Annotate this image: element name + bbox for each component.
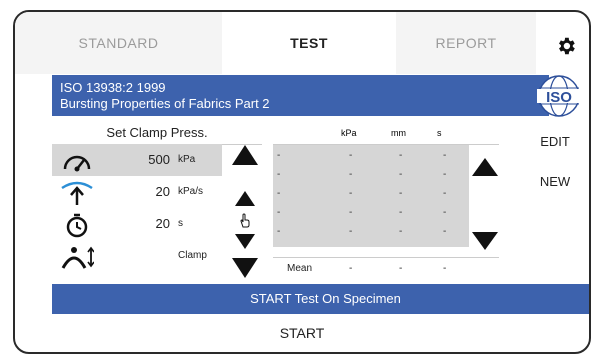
column-header: mm (391, 128, 406, 138)
table-cell: - (399, 169, 403, 180)
device-screen: STANDARD TEST REPORT ISO 13938:2 1999 Bu… (13, 10, 591, 354)
rate-unit: kPa/s (178, 186, 204, 197)
table-cell: - (443, 207, 447, 218)
tab-report[interactable]: REPORT (396, 12, 536, 74)
standard-banner: ISO 13938:2 1999 Bursting Properties of … (52, 75, 549, 116)
timer-icon (66, 213, 88, 238)
clamp-unit: Clamp (178, 250, 207, 261)
status-bar: START Test On Specimen (52, 284, 589, 314)
param-scroll-up-icon[interactable] (232, 145, 258, 165)
clamp-icon (61, 246, 94, 269)
iso-logo-text: ISO (546, 89, 572, 106)
table-row: - - - - (273, 204, 469, 221)
value-increase-icon[interactable] (235, 191, 255, 206)
gauge-icon (63, 155, 91, 172)
value-decrease-icon[interactable] (235, 234, 255, 249)
iso-logo-icon: ISO (537, 75, 581, 117)
table-cell: - (277, 188, 281, 199)
parameter-heading: Set Clamp Press. (52, 122, 262, 145)
table-cell: - (349, 207, 353, 218)
results-scroll-up-icon[interactable] (472, 158, 498, 176)
param-scroll-down-icon[interactable] (232, 258, 258, 278)
table-cell: - (277, 169, 281, 180)
table-cell: - (443, 169, 447, 180)
table-cell: - (443, 226, 447, 237)
hand-pointer-icon (240, 213, 250, 228)
table-cell: - (399, 207, 403, 218)
table-row: - - - - (273, 223, 469, 240)
table-cell: - (399, 150, 403, 161)
column-header: s (437, 128, 442, 138)
table-cell: - (349, 150, 353, 161)
table-row: - - - - (273, 147, 469, 164)
pressure-rate-icon (61, 181, 93, 205)
rate-value: 20 (155, 184, 170, 199)
time-unit: s (178, 218, 183, 229)
results-scroll-down-icon[interactable] (472, 232, 498, 250)
parameter-arrows (230, 145, 260, 281)
tab-test[interactable]: TEST (222, 12, 396, 74)
standard-code: ISO 13938:2 1999 (60, 80, 166, 95)
table-cell: - (349, 188, 353, 199)
table-cell: - (277, 150, 281, 161)
gear-icon[interactable] (555, 35, 577, 57)
pressure-value: 500 (148, 152, 170, 167)
pressure-unit: kPa (178, 154, 196, 165)
column-header: kPa (341, 128, 357, 138)
tab-bar: STANDARD TEST REPORT (15, 12, 589, 74)
mean-value: - (399, 263, 403, 274)
new-button[interactable]: NEW (530, 174, 580, 189)
mean-row: Mean - - - (273, 257, 499, 280)
clamp-row[interactable]: Clamp (52, 240, 222, 272)
table-row: - - - - (273, 166, 469, 183)
start-button[interactable]: START (15, 325, 589, 341)
rate-row[interactable]: 20 kPa/s (52, 176, 222, 208)
table-cell: - (443, 150, 447, 161)
standard-title: Bursting Properties of Fabrics Part 2 (60, 96, 270, 111)
tab-standard[interactable]: STANDARD (15, 12, 222, 74)
table-cell: - (277, 207, 281, 218)
time-value: 20 (155, 216, 170, 231)
results-body: - - - - - - - - - - - - - - - - - - - - (273, 145, 469, 247)
table-cell: - (399, 188, 403, 199)
table-cell: - (349, 169, 353, 180)
time-row[interactable]: 20 s (52, 208, 222, 240)
table-cell: - (277, 226, 281, 237)
pressure-row[interactable]: 500 kPa (52, 144, 222, 176)
results-header: kPa mm s (273, 122, 499, 145)
table-cell: - (399, 226, 403, 237)
results-table: kPa mm s - - - - - - - - - - - - - - - -… (273, 122, 499, 280)
mean-value: - (349, 263, 353, 274)
edit-button[interactable]: EDIT (530, 134, 580, 149)
table-cell: - (349, 226, 353, 237)
table-cell: - (443, 188, 447, 199)
mean-label: Mean (287, 263, 313, 274)
mean-value: - (443, 263, 447, 274)
table-row: - - - - (273, 185, 469, 202)
